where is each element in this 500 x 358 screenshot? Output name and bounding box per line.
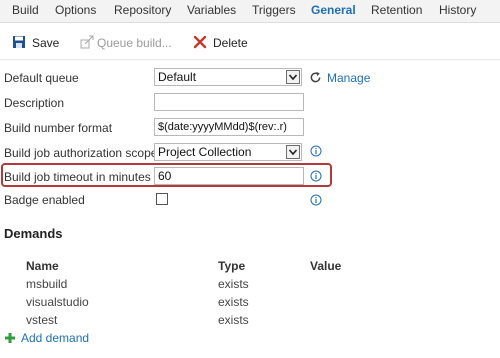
description-label: Description [4, 96, 65, 110]
tab-bar: Build Options Repository Variables Trigg… [0, 0, 500, 23]
toolbar: Save Queue build... Delete [0, 32, 500, 56]
demand-name: visualstudio [26, 295, 89, 309]
demand-name: vstest [26, 313, 58, 327]
tab-history[interactable]: History [439, 3, 476, 17]
column-header-name: Name [26, 259, 59, 273]
info-icon[interactable] [310, 170, 322, 182]
description-input[interactable] [154, 93, 304, 111]
chevron-down-icon[interactable] [286, 145, 300, 159]
queue-build-button[interactable]: Queue build... [97, 36, 172, 50]
build-number-format-label: Build number format [4, 121, 113, 135]
save-button[interactable]: Save [32, 36, 59, 50]
refresh-icon[interactable] [309, 71, 322, 84]
build-number-format-input[interactable]: $(date:yyyyMMdd)$(rev:.r) [154, 118, 304, 136]
timeout-input[interactable]: 60 [154, 167, 304, 185]
info-icon[interactable] [310, 194, 322, 206]
demands-heading: Demands [4, 226, 63, 241]
demand-type: exists [218, 295, 249, 309]
timeout-label: Build job timeout in minutes [4, 170, 151, 184]
tab-general[interactable]: General [311, 3, 356, 17]
toolbar-divider [0, 59, 500, 60]
info-icon[interactable] [310, 145, 322, 157]
tab-repository[interactable]: Repository [114, 3, 171, 17]
tab-triggers[interactable]: Triggers [252, 3, 296, 17]
tab-variables[interactable]: Variables [187, 3, 236, 17]
delete-button[interactable]: Delete [213, 36, 248, 50]
add-demand-label: Add demand [21, 331, 90, 345]
delete-icon[interactable] [193, 35, 207, 49]
default-queue-value: Default [158, 70, 197, 84]
tab-build[interactable]: Build [12, 3, 39, 17]
plus-icon [5, 333, 15, 343]
auth-scope-value: Project Collection [158, 145, 252, 159]
column-header-value: Value [310, 259, 342, 273]
default-queue-select[interactable]: Default [154, 68, 302, 86]
queue-build-icon[interactable] [80, 35, 94, 49]
tab-retention[interactable]: Retention [371, 3, 422, 17]
save-icon[interactable] [12, 35, 26, 49]
badge-enabled-checkbox[interactable] [156, 193, 168, 205]
manage-link[interactable]: Manage [327, 71, 370, 85]
column-header-type: Type [218, 259, 246, 273]
tab-options[interactable]: Options [55, 3, 96, 17]
demand-type: exists [218, 313, 249, 327]
auth-scope-label: Build job authorization scope [4, 146, 158, 160]
badge-enabled-label: Badge enabled [4, 193, 85, 207]
auth-scope-select[interactable]: Project Collection [154, 143, 302, 161]
demand-type: exists [218, 277, 249, 291]
chevron-down-icon[interactable] [286, 70, 300, 84]
demand-name: msbuild [26, 277, 68, 291]
default-queue-label: Default queue [4, 71, 79, 85]
